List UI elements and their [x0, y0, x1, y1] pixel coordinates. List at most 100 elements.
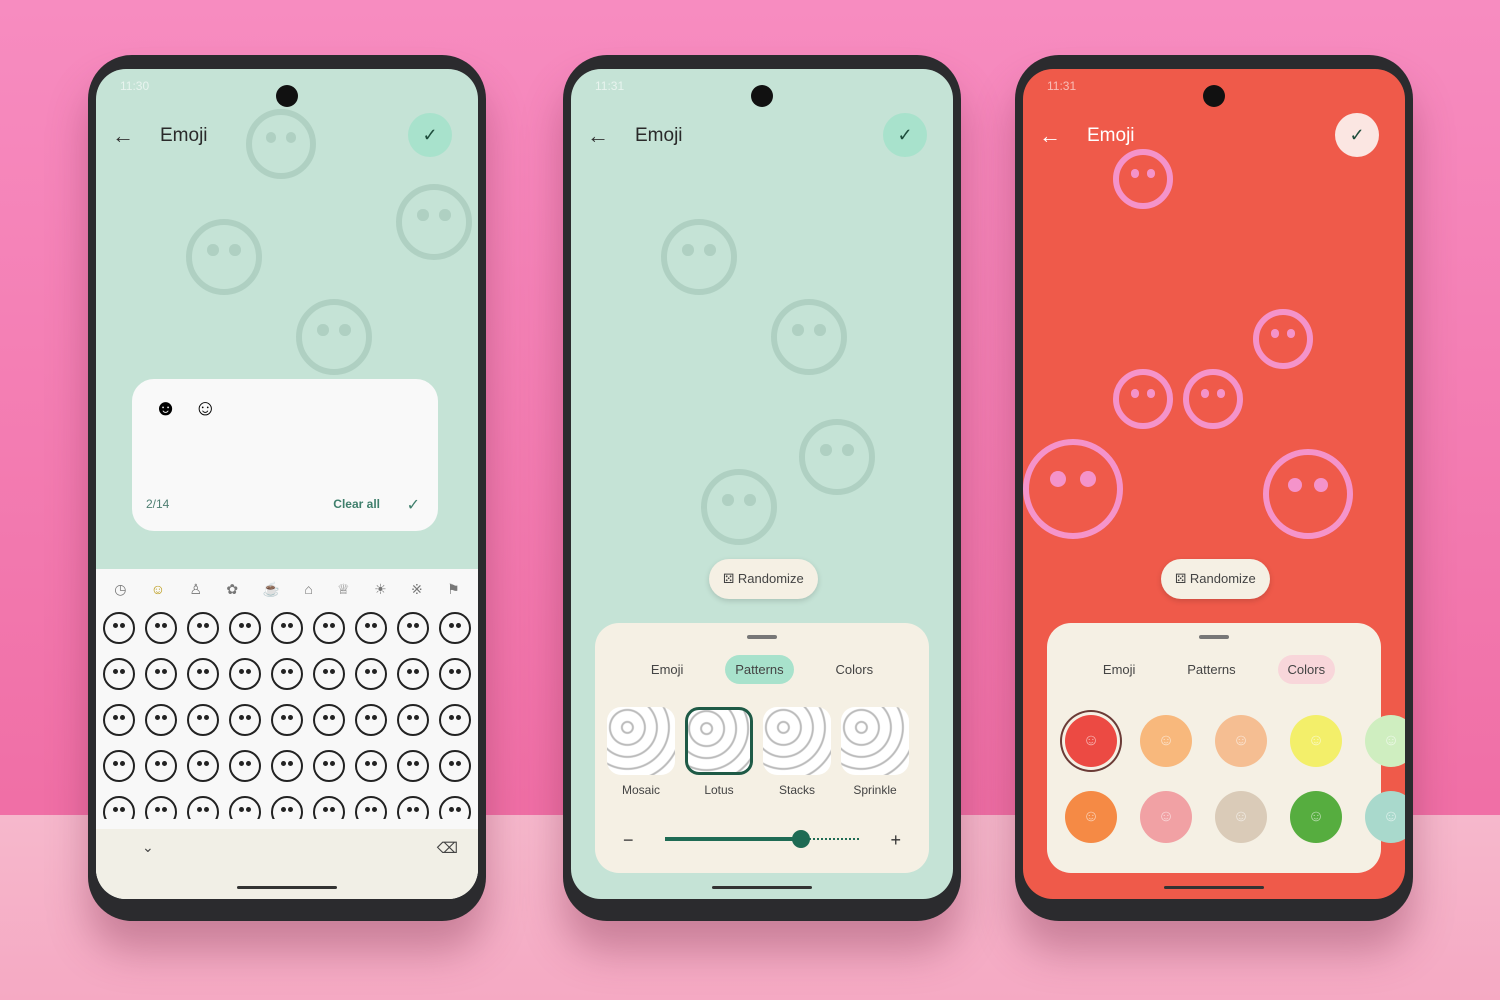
emoji-key[interactable] [355, 796, 387, 819]
emoji-key[interactable] [103, 750, 135, 782]
size-decrease-button[interactable]: − [623, 830, 634, 851]
star-struck-emoji[interactable]: ☺ [194, 395, 216, 421]
emoji-key[interactable] [271, 612, 303, 644]
category-food-icon[interactable]: ☕ [263, 581, 280, 598]
home-indicator [712, 886, 812, 889]
emoji-key[interactable] [313, 750, 345, 782]
sunglasses-face-icon [1113, 369, 1173, 429]
category-travel-icon[interactable]: ⌂ [304, 581, 312, 598]
emoji-key[interactable] [313, 796, 345, 819]
emoji-key[interactable] [145, 658, 177, 690]
pattern-thumbnail [841, 707, 909, 775]
emoji-key[interactable] [355, 658, 387, 690]
confirm-check-button[interactable]: ✓ [408, 113, 452, 157]
emoji-key[interactable] [145, 750, 177, 782]
emoji-key[interactable] [439, 658, 471, 690]
pattern-lotus[interactable]: Lotus [685, 707, 753, 797]
emoji-key[interactable] [355, 750, 387, 782]
emoji-key[interactable] [397, 750, 429, 782]
pattern-sprinkle[interactable]: Sprinkle [841, 707, 909, 797]
emoji-key[interactable] [397, 796, 429, 819]
back-arrow-icon[interactable]: ← [587, 123, 609, 149]
emoji-key[interactable] [313, 612, 345, 644]
emoji-key[interactable] [355, 612, 387, 644]
emoji-key[interactable] [229, 796, 261, 819]
emoji-key[interactable] [397, 704, 429, 736]
emoji-key[interactable] [229, 612, 261, 644]
emoji-key[interactable] [313, 704, 345, 736]
confirm-check-button[interactable]: ✓ [883, 113, 927, 157]
emoji-key[interactable] [397, 612, 429, 644]
pattern-mosaic[interactable]: Mosaic [607, 707, 675, 797]
emoji-key[interactable] [355, 704, 387, 736]
emoji-key[interactable] [187, 704, 219, 736]
color-swatch[interactable]: ☺ [1290, 715, 1342, 767]
color-swatch[interactable]: ☺ [1140, 791, 1192, 843]
color-swatch[interactable]: ☺ [1065, 791, 1117, 843]
done-check-icon[interactable]: ✓ [407, 495, 420, 515]
size-increase-button[interactable]: + [890, 830, 901, 851]
emoji-key[interactable] [229, 750, 261, 782]
emoji-key[interactable] [271, 796, 303, 819]
emoji-key[interactable] [187, 612, 219, 644]
emoji-key[interactable] [103, 612, 135, 644]
color-swatch[interactable]: ☺ [1215, 791, 1267, 843]
drag-handle[interactable] [1199, 635, 1229, 639]
clear-all-button[interactable]: Clear all [333, 497, 380, 511]
drag-handle[interactable] [747, 635, 777, 639]
emoji-key[interactable] [229, 658, 261, 690]
emoji-key[interactable] [271, 704, 303, 736]
emoji-key[interactable] [145, 796, 177, 819]
tab-colors[interactable]: Colors [826, 655, 884, 684]
category-activities-icon[interactable]: ♕ [337, 581, 350, 598]
tab-patterns[interactable]: Patterns [725, 655, 794, 684]
emoji-key[interactable] [187, 750, 219, 782]
emoji-key[interactable] [229, 704, 261, 736]
slider-thumb[interactable] [791, 830, 810, 848]
randomize-button[interactable]: ⚄ Randomize [709, 559, 818, 599]
back-arrow-icon[interactable]: ← [1039, 123, 1061, 149]
category-symbols-icon[interactable]: ※ [411, 581, 423, 598]
color-swatch[interactable]: ☺ [1365, 791, 1405, 843]
emoji-key[interactable] [439, 796, 471, 819]
color-swatch[interactable]: ☺ [1290, 791, 1342, 843]
heart-eyes-emoji[interactable]: ☻ [154, 395, 177, 421]
emoji-key[interactable] [439, 750, 471, 782]
category-people-icon[interactable]: ♙ [189, 581, 202, 598]
backspace-icon[interactable]: ⌫ [437, 839, 458, 857]
emoji-key[interactable] [187, 796, 219, 819]
tab-emoji[interactable]: Emoji [641, 655, 694, 684]
emoji-key[interactable] [271, 658, 303, 690]
category-recent-icon[interactable]: ◷ [114, 581, 126, 598]
tab-colors[interactable]: Colors [1277, 655, 1336, 684]
emoji-key[interactable] [439, 612, 471, 644]
category-objects-icon[interactable]: ☀ [374, 581, 387, 598]
back-arrow-icon[interactable]: ← [112, 123, 134, 149]
phone-patterns: 11:31 ← Emoji ✓ ⚄ Randomize Emoji Pattern… [563, 55, 961, 921]
emoji-key[interactable] [397, 658, 429, 690]
color-swatch[interactable]: ☺ [1365, 715, 1405, 767]
randomize-button[interactable]: ⚄ Randomize [1161, 559, 1270, 599]
emoji-key[interactable] [439, 704, 471, 736]
category-smileys-icon[interactable]: ☺ [151, 581, 165, 598]
category-flags-icon[interactable]: ⚑ [447, 581, 460, 598]
tab-patterns[interactable]: Patterns [1177, 655, 1245, 684]
emoji-key[interactable] [313, 658, 345, 690]
collapse-chevron-icon[interactable]: ⌄ [142, 839, 154, 856]
category-animals-icon[interactable]: ✿ [226, 581, 238, 598]
camera [276, 85, 298, 107]
emoji-key[interactable] [103, 704, 135, 736]
confirm-check-button[interactable]: ✓ [1335, 113, 1379, 157]
color-swatch[interactable]: ☺ [1065, 715, 1117, 767]
emoji-key[interactable] [103, 658, 135, 690]
size-slider[interactable] [665, 830, 859, 848]
emoji-key[interactable] [103, 796, 135, 819]
pattern-stacks[interactable]: Stacks [763, 707, 831, 797]
emoji-key[interactable] [145, 704, 177, 736]
color-swatch[interactable]: ☺ [1215, 715, 1267, 767]
color-swatch[interactable]: ☺ [1140, 715, 1192, 767]
emoji-key[interactable] [145, 612, 177, 644]
tab-emoji[interactable]: Emoji [1093, 655, 1146, 684]
emoji-key[interactable] [271, 750, 303, 782]
emoji-key[interactable] [187, 658, 219, 690]
